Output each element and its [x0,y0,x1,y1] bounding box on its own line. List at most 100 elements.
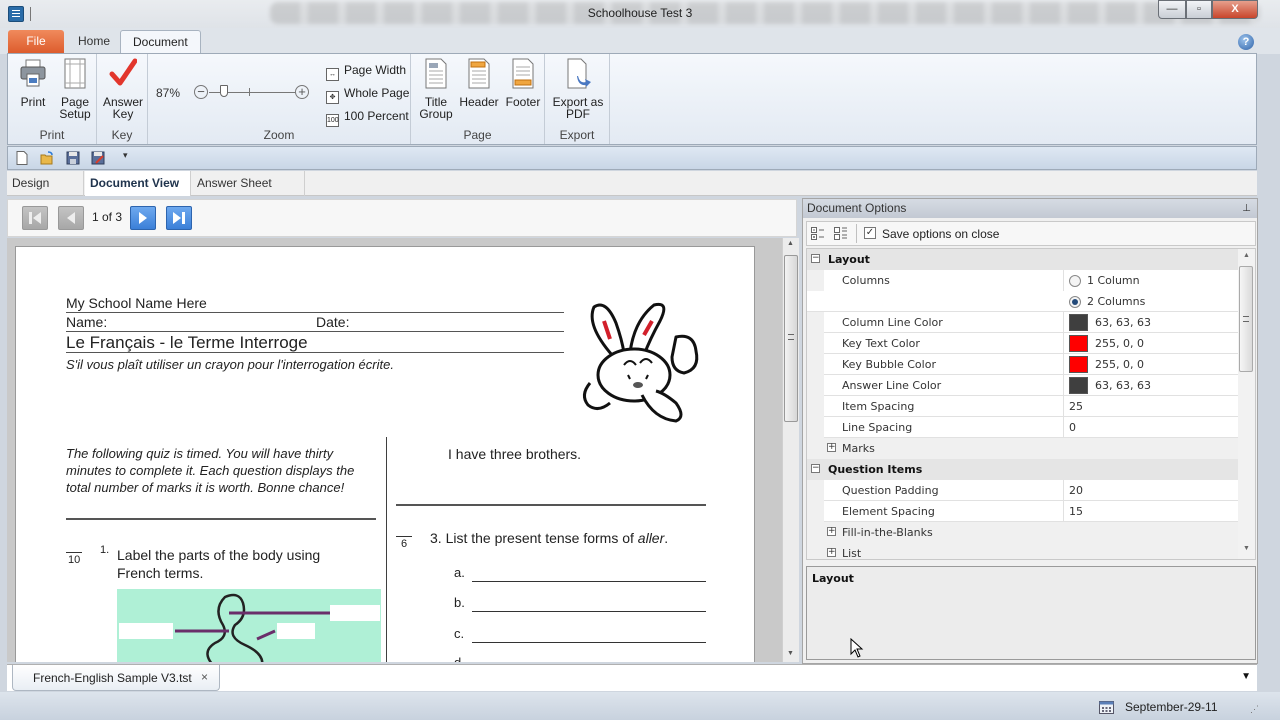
property-row[interactable]: Element Spacing 15 [807,501,1239,522]
title-group-button[interactable]: Title Group [419,58,453,120]
scroll-up-icon[interactable]: ▲ [787,240,794,247]
mouse-cursor-icon [850,638,864,658]
property-value[interactable]: 20 [1069,484,1083,497]
name-label: Name: [66,314,108,330]
property-value[interactable]: 63, 63, 63 [1095,316,1151,329]
scroll-down-icon[interactable]: ▼ [787,650,794,657]
document-tab[interactable]: French-English Sample V3.tst × [12,665,220,691]
property-value[interactable]: 15 [1069,505,1083,518]
property-row[interactable]: Key Text Color 255, 0, 0 [807,333,1239,354]
property-row[interactable]: Key Bubble Color 255, 0, 0 [807,354,1239,375]
property-row[interactable]: Item Spacing 25 [807,396,1239,417]
100-percent-button[interactable]: 100 100 Percent [326,107,409,127]
group-label-page: Page [463,128,492,142]
property-value[interactable]: 0 [1069,421,1076,434]
color-swatch[interactable] [1069,314,1088,331]
maximize-button[interactable]: ▫ [1186,0,1212,19]
page-setup-button[interactable]: Page Setup [56,58,94,120]
tab-document[interactable]: Document [120,30,201,54]
ribbon-group-export: Export as PDF Export [545,54,610,144]
column-divider [386,437,387,662]
property-row[interactable]: Answer Line Color 63, 63, 63 [807,375,1239,396]
save-icon[interactable] [66,151,80,165]
last-page-button[interactable] [166,206,192,230]
property-row[interactable]: Line Spacing 0 [807,417,1239,438]
next-page-button[interactable] [130,206,156,230]
whole-page-button[interactable]: ✥ Whole Page [326,84,409,104]
resize-grip-icon[interactable]: ⋰ [1250,704,1259,715]
expand-icon[interactable]: + [827,548,836,557]
collapse-icon[interactable]: − [811,464,820,473]
tab-file[interactable]: File [8,30,64,54]
q1-text-line-1: Label the parts of the body using [117,547,321,563]
property-row[interactable]: Question Padding 20 [807,480,1239,501]
tab-design-view[interactable]: Design View [7,171,84,215]
zoom-percent: 87% [156,86,181,100]
previous-page-button[interactable] [58,206,84,230]
save-options-checkbox[interactable]: ✓ [864,227,876,239]
save-as-icon[interactable] [91,151,105,165]
first-page-button[interactable] [22,206,48,230]
answer-key-button[interactable]: Answer Key [101,58,145,120]
status-bar: September-29-11 ⋰ [0,692,1280,720]
scroll-down-icon[interactable]: ▼ [1243,545,1250,552]
export-pdf-button[interactable]: Export as PDF [549,58,607,120]
footer-button[interactable]: Footer [505,58,541,108]
header-button[interactable]: Header [459,58,499,108]
scroll-up-icon[interactable]: ▲ [1243,252,1250,259]
expand-icon[interactable]: + [827,443,836,452]
ribbon-group-page: Title Group Header Footer Page [411,54,545,144]
q1-text-line-2: French terms. [117,565,204,581]
subcategory-fill-in-the-blanks[interactable]: + Fill-in-the-Blanks [807,522,1239,543]
marks-line [396,536,412,537]
subcategory-marks[interactable]: + Marks [807,438,1239,459]
page-width-button[interactable]: ↔ Page Width [326,61,407,81]
new-file-icon[interactable] [15,151,29,165]
expand-icon[interactable]: + [827,527,836,536]
category-label: Layout [828,253,870,266]
page-width-label: Page Width [344,63,407,77]
property-value[interactable]: 63, 63, 63 [1095,379,1151,392]
close-button[interactable]: X [1212,0,1258,19]
document-scrollbar-thumb[interactable] [784,255,798,422]
color-swatch[interactable] [1069,335,1088,352]
close-tab-icon[interactable]: × [201,670,208,684]
page-setup-label-2: Setup [59,107,91,121]
customize-dropdown-icon[interactable]: ▾ [123,150,128,161]
q1-marks: 10 [68,554,81,566]
title-group-label-2: Group [419,107,453,121]
subcategory-list[interactable]: + List [807,543,1239,559]
open-folder-icon[interactable] [40,151,54,165]
zoom-slider-thumb[interactable] [220,85,229,97]
test-title: Le Français - le Terme Interroge [66,333,308,352]
document-page: My School Name Here Name: Date: Le Franç… [15,246,755,662]
alphabetical-view-icon[interactable] [834,226,848,241]
tab-answer-sheet-view[interactable]: Answer Sheet View [192,171,305,215]
export-pdf-label-2: PDF [566,107,590,121]
radio-2-columns[interactable] [1069,296,1081,308]
tab-list-dropdown-icon[interactable]: ▼ [1241,671,1251,682]
zoom-in-button[interactable]: + [295,85,309,99]
pin-icon[interactable]: ⊥ [1242,199,1251,218]
next-page-icon [139,212,147,224]
minimize-button[interactable]: — [1158,0,1186,19]
zoom-out-button[interactable]: − [194,85,208,99]
document-viewer[interactable]: My School Name Here Name: Date: Le Franç… [7,238,782,662]
collapse-icon[interactable]: − [811,254,820,263]
category-question-items[interactable]: − Question Items [807,459,1239,480]
category-layout[interactable]: − Layout [807,249,1239,270]
help-icon[interactable]: ? [1238,34,1254,50]
radio-1-column[interactable] [1069,275,1081,287]
property-value[interactable]: 255, 0, 0 [1095,358,1144,371]
property-grid-scrollbar-thumb[interactable] [1239,266,1253,372]
q1-text: Label the parts of the body using French… [117,546,320,582]
tab-home[interactable]: Home [66,30,122,54]
color-swatch[interactable] [1069,356,1088,373]
categorized-view-icon[interactable] [811,226,825,241]
property-value[interactable]: 25 [1069,400,1083,413]
property-value[interactable]: 255, 0, 0 [1095,337,1144,350]
color-swatch[interactable] [1069,377,1088,394]
print-button[interactable]: Print [16,58,50,108]
tab-document-view[interactable]: Document View [85,171,191,196]
property-row[interactable]: Column Line Color 63, 63, 63 [807,312,1239,333]
